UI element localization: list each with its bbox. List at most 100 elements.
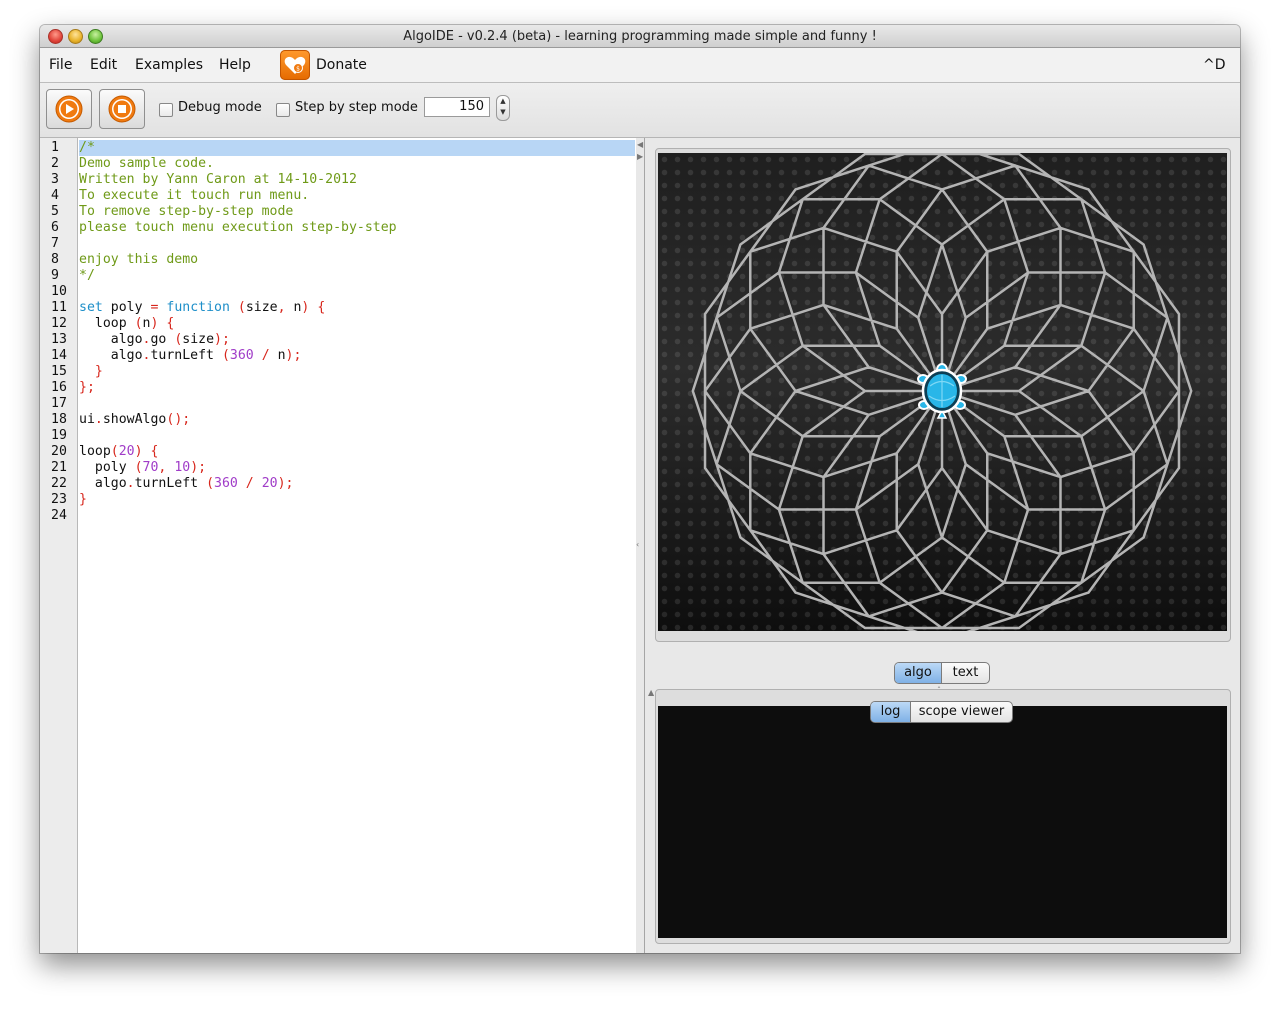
code-token: ) bbox=[190, 460, 199, 475]
code-line[interactable]: ui.showAlgo(); bbox=[79, 412, 635, 428]
line-number: 17 bbox=[51, 396, 67, 411]
code-token: /* bbox=[79, 140, 95, 155]
code-token: function bbox=[166, 300, 230, 315]
log-output[interactable] bbox=[658, 706, 1227, 938]
code-token: ) bbox=[134, 444, 143, 459]
line-number: 12 bbox=[51, 316, 67, 331]
close-window-button[interactable] bbox=[48, 29, 63, 44]
menu-file[interactable]: File bbox=[49, 48, 72, 82]
code-token: loop bbox=[79, 444, 111, 459]
code-line[interactable]: Written by Yann Caron at 14-10-2012 bbox=[79, 172, 635, 188]
code-token: */ bbox=[79, 268, 95, 283]
speed-input[interactable]: 150 bbox=[424, 97, 490, 117]
code-line[interactable] bbox=[79, 396, 635, 412]
menu-edit[interactable]: Edit bbox=[90, 48, 117, 82]
code-line[interactable] bbox=[79, 428, 635, 444]
code-line[interactable]: }; bbox=[79, 380, 635, 396]
collapse-up-icon[interactable]: ▲ bbox=[648, 688, 654, 697]
menu-examples[interactable]: Examples bbox=[135, 48, 203, 82]
line-number: 7 bbox=[51, 236, 59, 251]
code-line[interactable]: To remove step-by-step mode bbox=[79, 204, 635, 220]
code-token: . bbox=[126, 476, 135, 491]
code-line[interactable]: algo.go (size); bbox=[79, 332, 635, 348]
code-token: turnLeft bbox=[150, 348, 222, 363]
step-by-step-checkbox[interactable] bbox=[276, 103, 290, 117]
zoom-window-button[interactable] bbox=[88, 29, 103, 44]
output-tabs: log scope viewer bbox=[870, 701, 1013, 723]
minimize-window-button[interactable] bbox=[68, 29, 83, 44]
line-number-gutter: 1 2 3 4 5 6 7 8 9 10 11 12 13 14 15 16 17 18 19 20 21 22 23 24 bbox=[40, 138, 78, 953]
code-line[interactable]: please touch menu execution step-by-step bbox=[79, 220, 635, 236]
code-line[interactable] bbox=[79, 236, 635, 252]
line-number: 13 bbox=[51, 332, 67, 347]
collapse-left-icon[interactable]: ◀ bbox=[637, 140, 643, 149]
code-line[interactable]: } bbox=[79, 364, 635, 380]
splitter-grip-icon: ‹ bbox=[636, 540, 640, 549]
menu-donate[interactable]: Donate bbox=[316, 48, 367, 82]
line-number: 8 bbox=[51, 252, 59, 267]
code-token: enjoy this demo bbox=[79, 252, 199, 267]
code-line[interactable]: loop(20) { bbox=[79, 444, 635, 460]
collapse-right-icon[interactable]: ▶ bbox=[637, 152, 643, 161]
code-line[interactable]: poly (70, 10); bbox=[79, 460, 635, 476]
code-line[interactable]: algo.turnLeft (360 / n); bbox=[79, 348, 635, 364]
line-number: 20 bbox=[51, 444, 67, 459]
tab-log[interactable]: log bbox=[871, 702, 910, 722]
code-token: 360 bbox=[229, 348, 254, 363]
stop-button[interactable] bbox=[99, 89, 145, 129]
line-number: 4 bbox=[51, 188, 59, 203]
line-number: 3 bbox=[51, 172, 59, 187]
line-number: 5 bbox=[51, 204, 59, 219]
code-token: algo bbox=[79, 332, 143, 347]
line-number: 18 bbox=[51, 412, 67, 427]
code-editor[interactable]: 1 2 3 4 5 6 7 8 9 10 11 12 13 14 15 16 17 18 19 20 21 22 23 24 … bbox=[40, 138, 637, 953]
code-token: please touch menu execution step-by-step bbox=[79, 220, 397, 235]
code-line[interactable]: /* bbox=[79, 140, 635, 156]
line-number: 11 bbox=[51, 300, 67, 315]
tab-scope-viewer[interactable]: scope viewer bbox=[911, 702, 1012, 722]
code-line[interactable]: loop (n) { bbox=[79, 316, 635, 332]
code-token: To remove step-by-step mode bbox=[79, 204, 294, 219]
tab-algo[interactable]: algo bbox=[895, 663, 941, 683]
code-line[interactable]: enjoy this demo bbox=[79, 252, 635, 268]
code-area[interactable]: /* Demo sample code. Written by Yann Caron… bbox=[79, 140, 635, 524]
step-by-step-label: Step by step mode bbox=[295, 100, 418, 115]
line-number: 14 bbox=[51, 348, 67, 363]
tab-text[interactable]: text bbox=[942, 663, 989, 683]
code-line[interactable]: } bbox=[79, 492, 635, 508]
view-tabs: algo text bbox=[894, 662, 990, 684]
code-token: 70 bbox=[142, 460, 159, 475]
code-token: ; bbox=[293, 348, 302, 363]
turtle-drawing bbox=[691, 153, 1193, 631]
debug-mode-checkbox[interactable] bbox=[159, 103, 173, 117]
code-token: poly bbox=[102, 300, 151, 315]
stop-icon bbox=[108, 95, 136, 123]
code-line[interactable]: set poly = function (size, n) { bbox=[79, 300, 635, 316]
code-line[interactable]: */ bbox=[79, 268, 635, 284]
line-number: 2 bbox=[51, 156, 59, 171]
line-number: 16 bbox=[51, 380, 67, 395]
code-token: showAlgo bbox=[102, 412, 167, 427]
code-token: set bbox=[79, 300, 103, 315]
speed-stepper[interactable]: ▲ ▼ bbox=[496, 95, 510, 121]
line-number: 1 bbox=[51, 140, 59, 155]
code-token: ; bbox=[86, 380, 95, 395]
menu-help[interactable]: Help bbox=[219, 48, 251, 82]
line-number: 22 bbox=[51, 476, 67, 491]
vertical-splitter[interactable]: ◀ ▶ ‹ bbox=[636, 138, 644, 953]
code-line[interactable]: To execute it touch run menu. bbox=[79, 188, 635, 204]
algo-canvas bbox=[658, 153, 1227, 631]
code-token: ( bbox=[134, 316, 143, 331]
run-button[interactable] bbox=[46, 89, 92, 129]
code-line[interactable]: Demo sample code. bbox=[79, 156, 635, 172]
debug-mode-label: Debug mode bbox=[178, 100, 262, 115]
donate-heart-icon[interactable]: $ bbox=[280, 50, 310, 80]
code-line[interactable] bbox=[79, 284, 635, 300]
code-line[interactable]: algo.turnLeft (360 / 20); bbox=[79, 476, 635, 492]
code-line[interactable] bbox=[79, 508, 635, 524]
code-token: loop bbox=[79, 316, 135, 331]
code-token: { bbox=[317, 300, 326, 315]
